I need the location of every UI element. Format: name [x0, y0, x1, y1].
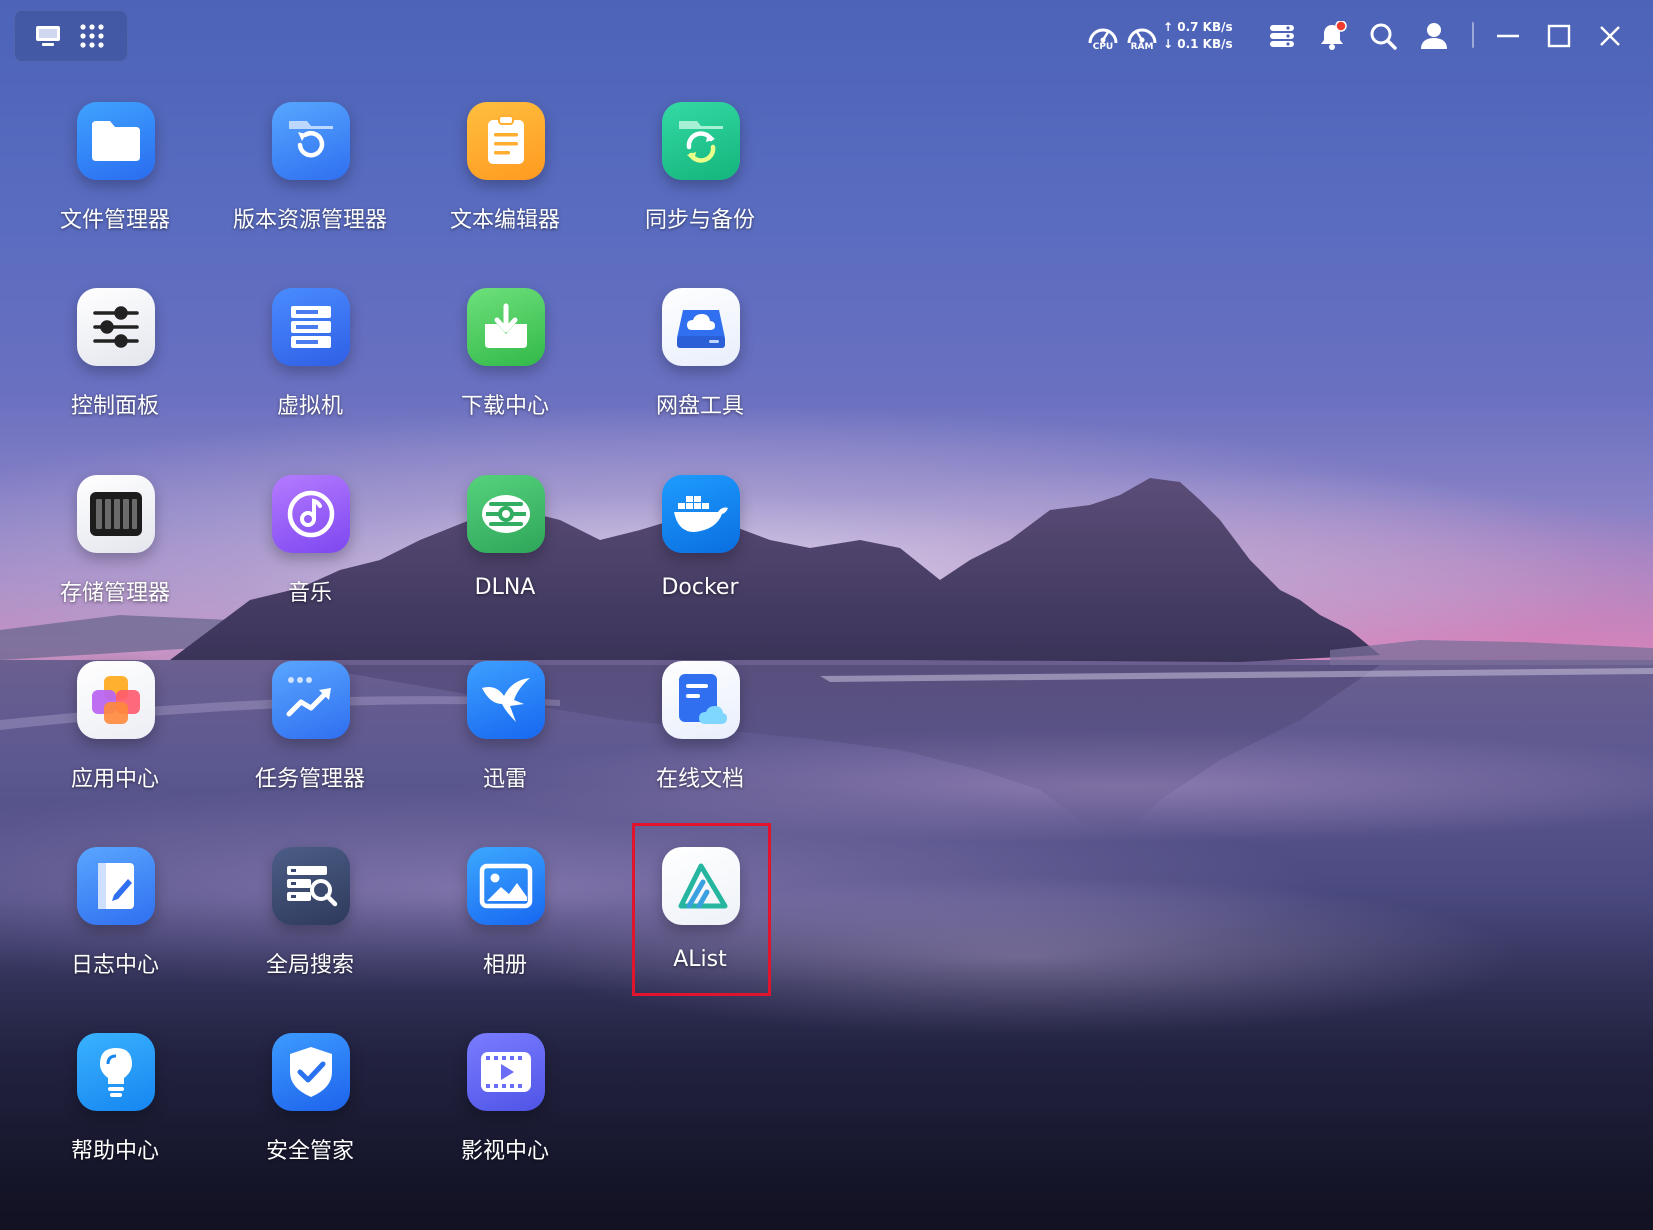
app-label: 文件管理器 — [59, 208, 170, 233]
log-center-icon — [77, 847, 155, 925]
app-storage-manager[interactable]: 存储管理器 — [20, 475, 210, 645]
storage-manager-icon — [77, 475, 155, 553]
app-label: 音乐 — [287, 581, 332, 606]
app-docker[interactable]: Docker — [605, 475, 795, 645]
video-center-icon — [467, 1033, 545, 1111]
app-label: 相册 — [482, 953, 527, 978]
app-label: 影视中心 — [460, 1139, 549, 1164]
xunlei-icon — [467, 661, 545, 739]
app-version-explorer[interactable]: 版本资源管理器 — [215, 102, 405, 272]
app-label: DLNA — [474, 575, 536, 600]
app-photo-album[interactable]: 相册 — [410, 847, 600, 1017]
global-search-icon — [272, 847, 350, 925]
view-switcher — [14, 10, 128, 62]
folder-icon — [77, 102, 155, 180]
app-label: 虚拟机 — [276, 394, 343, 419]
app-label: 下载中心 — [460, 394, 549, 419]
search-icon[interactable] — [1366, 14, 1400, 58]
download-speed: ↓ 0.1 KB/s — [1163, 37, 1233, 51]
app-log-center[interactable]: 日志中心 — [20, 847, 210, 1017]
security-icon — [272, 1033, 350, 1111]
online-docs-icon — [662, 661, 740, 739]
maximize-icon[interactable] — [1542, 14, 1576, 58]
app-grid-icon[interactable] — [77, 21, 107, 51]
app-video-center[interactable]: 影视中心 — [410, 1033, 600, 1203]
network-speed[interactable]: ↑ 0.7 KB/s ↓ 0.1 KB/s — [1163, 14, 1243, 58]
help-center-icon — [77, 1033, 155, 1111]
app-global-search[interactable]: 全局搜索 — [215, 847, 405, 1017]
app-xunlei[interactable]: 迅雷 — [410, 661, 600, 831]
app-online-docs[interactable]: 在线文档 — [605, 661, 795, 831]
app-label: 同步与备份 — [644, 208, 755, 233]
app-text-editor[interactable]: 文本编辑器 — [410, 102, 600, 272]
app-label: 全局搜索 — [265, 953, 354, 978]
docker-icon — [662, 475, 740, 553]
app-label: 日志中心 — [70, 953, 159, 978]
app-label: 任务管理器 — [254, 767, 365, 792]
app-dlna[interactable]: DLNA — [410, 475, 600, 645]
app-label: 控制面板 — [70, 394, 159, 419]
text-editor-icon — [467, 102, 545, 180]
alist-highlight-box — [632, 823, 771, 996]
photo-album-icon — [467, 847, 545, 925]
minimize-icon[interactable] — [1491, 14, 1525, 58]
app-label: Docker — [661, 575, 739, 600]
notification-bell-icon[interactable] — [1316, 14, 1350, 58]
cpu-label: CPU — [1092, 42, 1114, 52]
cloud-drive-icon — [662, 288, 740, 366]
app-label: 版本资源管理器 — [232, 208, 387, 233]
app-label: 安全管家 — [265, 1139, 354, 1164]
app-help-center[interactable]: 帮助中心 — [20, 1033, 210, 1203]
app-control-panel[interactable]: 控制面板 — [20, 288, 210, 458]
app-security[interactable]: 安全管家 — [215, 1033, 405, 1203]
ram-label: RAM — [1130, 42, 1154, 52]
app-center-icon — [77, 661, 155, 739]
version-folder-icon — [272, 102, 350, 180]
app-task-manager[interactable]: 任务管理器 — [215, 661, 405, 831]
desktop-icon[interactable] — [33, 21, 63, 51]
app-label: 应用中心 — [70, 767, 159, 792]
app-app-center[interactable]: 应用中心 — [20, 661, 210, 831]
task-manager-icon — [272, 661, 350, 739]
app-label: 存储管理器 — [59, 581, 170, 606]
app-label: 帮助中心 — [70, 1139, 159, 1164]
cpu-gauge[interactable]: CPU — [1085, 14, 1121, 58]
app-virtual-machine[interactable]: 虚拟机 — [215, 288, 405, 458]
ram-gauge[interactable]: RAM — [1124, 14, 1160, 58]
dlna-icon — [467, 475, 545, 553]
app-label: 文本编辑器 — [449, 208, 560, 233]
virtual-machine-icon — [272, 288, 350, 366]
music-icon — [272, 475, 350, 553]
app-file-manager[interactable]: 文件管理器 — [20, 102, 210, 272]
sync-backup-icon — [662, 102, 740, 180]
app-label: 网盘工具 — [655, 394, 744, 419]
tray-divider — [1472, 22, 1474, 48]
app-sync-backup[interactable]: 同步与备份 — [605, 102, 795, 272]
app-music[interactable]: 音乐 — [215, 475, 405, 645]
upload-speed: ↑ 0.7 KB/s — [1163, 20, 1233, 34]
download-center-icon — [467, 288, 545, 366]
app-label: 迅雷 — [482, 767, 527, 792]
control-panel-icon — [77, 288, 155, 366]
close-icon[interactable] — [1593, 14, 1627, 58]
app-cloud-drive[interactable]: 网盘工具 — [605, 288, 795, 458]
app-label: 在线文档 — [655, 767, 744, 792]
widgets-icon[interactable] — [1265, 14, 1299, 58]
app-download-center[interactable]: 下载中心 — [410, 288, 600, 458]
user-icon[interactable] — [1417, 14, 1451, 58]
top-bar: CPU RAM ↑ 0.7 KB/s ↓ 0.1 KB/s — [0, 0, 1653, 72]
